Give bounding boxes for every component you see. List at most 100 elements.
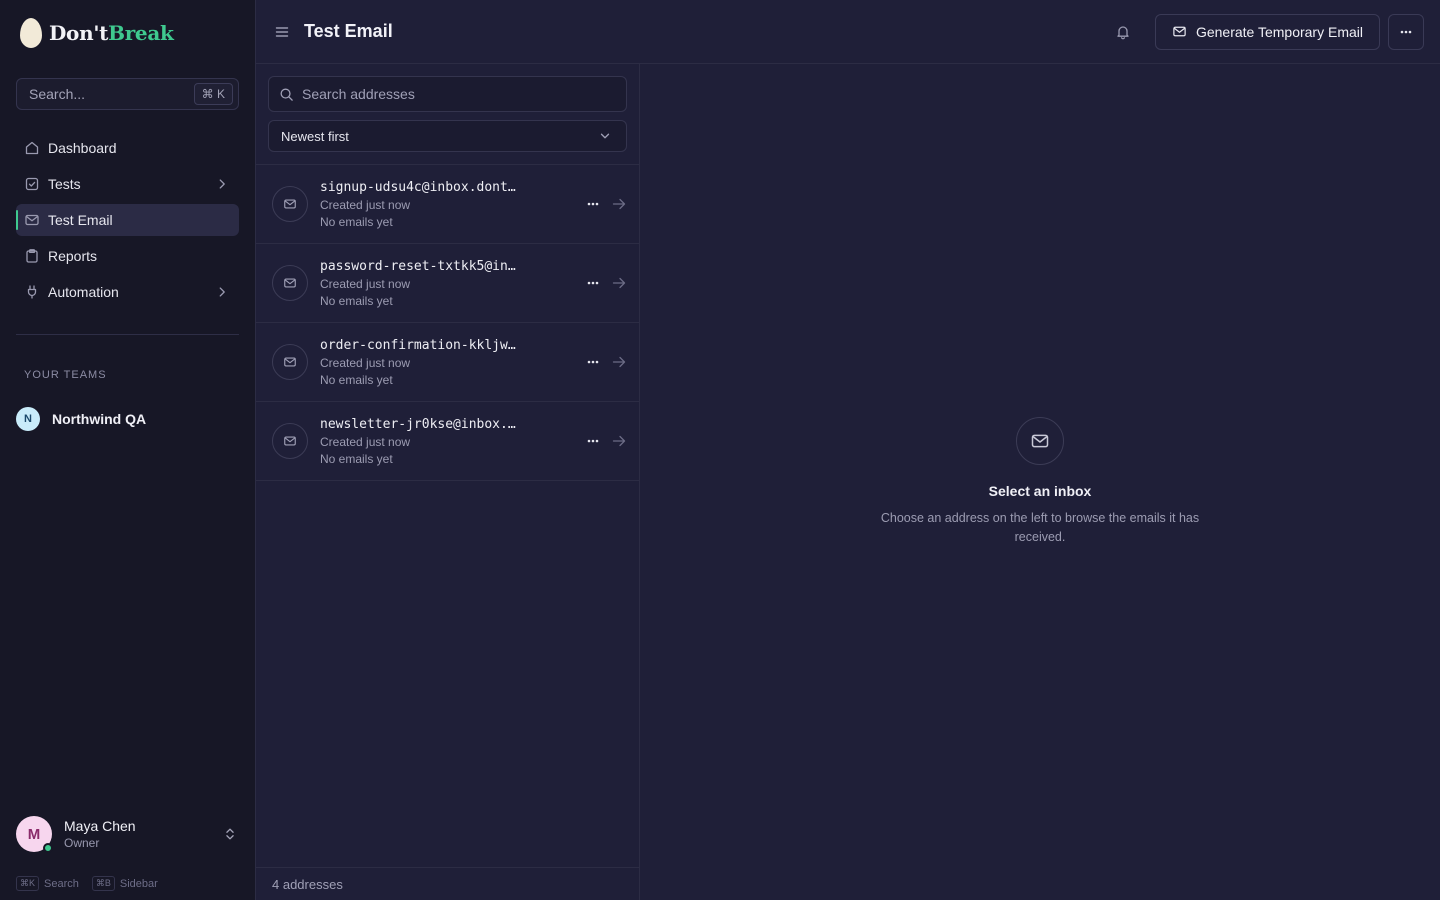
list-item[interactable]: password-reset-txtkk5@in… Created just n…	[256, 244, 639, 323]
hint-key: ⌘B	[91, 876, 115, 891]
hint-key: ⌘K	[16, 876, 40, 891]
address-rows: signup-udsu4c@inbox.dont… Created just n…	[256, 164, 639, 481]
user-name: Maya Chen	[64, 818, 136, 834]
brand-name-part1: Don't	[49, 21, 109, 45]
empty-state: Select an inbox Choose an address on the…	[640, 417, 1440, 547]
mail-icon	[284, 199, 296, 209]
empty-state-icon-circle	[1016, 417, 1064, 465]
sidebar-item-label: Dashboard	[48, 140, 117, 156]
address-count-footer: 4 addresses	[256, 867, 639, 900]
sidebar-item-test-email[interactable]: Test Email	[16, 204, 239, 236]
email-address: password-reset-txtkk5@in…	[320, 258, 516, 274]
mail-icon	[284, 436, 296, 446]
mail-icon	[25, 214, 39, 226]
generate-temporary-email-button[interactable]: Generate Temporary Email	[1154, 13, 1380, 50]
created-time: Created just now	[320, 276, 411, 291]
row-actions	[585, 433, 627, 449]
sidebar-search[interactable]: Search... ⌘ K	[16, 78, 239, 110]
created-time: Created just now	[320, 434, 411, 449]
address-list-panel: Newest first signup-udsu4c@inbox.dont… C…	[256, 64, 640, 900]
brand-name: Don'tBreak	[49, 21, 174, 45]
address-text: signup-udsu4c@inbox.dont… Created just n…	[320, 180, 542, 229]
menu-icon[interactable]	[274, 24, 290, 40]
address-search-input[interactable]	[302, 86, 616, 102]
mail-icon	[284, 357, 296, 367]
teams-section-title: YOUR TEAMS	[24, 369, 107, 381]
sidebar-item-automation[interactable]: Automation	[16, 276, 239, 308]
sidebar-divider	[16, 334, 239, 335]
sidebar-item-label: Reports	[48, 248, 98, 264]
online-status-dot	[43, 843, 53, 853]
more-horizontal-icon	[1400, 30, 1412, 33]
sidebar-item-label: Automation	[48, 284, 119, 300]
team-avatar: N	[16, 407, 40, 431]
inbox-avatar	[272, 344, 308, 380]
mail-icon	[1031, 434, 1049, 448]
chevron-down-icon	[600, 133, 610, 139]
empty-state-title: Select an inbox	[988, 483, 1092, 499]
sidebar-item-label: Test Email	[48, 212, 113, 228]
user-role: Owner	[64, 836, 100, 850]
team-item-northwind-qa[interactable]: N Northwind QA	[16, 407, 146, 431]
email-address: newsletter-jr0kse@inbox.…	[320, 416, 516, 432]
row-actions	[585, 354, 627, 370]
arrow-right-icon[interactable]	[611, 354, 627, 370]
chevron-right-icon	[219, 287, 225, 297]
row-actions	[585, 275, 627, 291]
empty-state-description: Choose an address on the left to browse …	[880, 511, 1200, 544]
hint-label: Sidebar	[119, 877, 158, 890]
search-icon	[280, 88, 293, 101]
list-item[interactable]: signup-udsu4c@inbox.dont… Created just n…	[256, 165, 639, 244]
email-address: signup-udsu4c@inbox.dont…	[320, 179, 516, 195]
email-count-status: No emails yet	[320, 293, 393, 308]
row-actions	[585, 196, 627, 212]
sidebar-item-dashboard[interactable]: Dashboard	[16, 132, 239, 164]
sidebar-item-tests[interactable]: Tests	[16, 168, 239, 200]
email-address: order-confirmation-kkljw…	[320, 337, 516, 353]
sort-select[interactable]: Newest first	[268, 120, 627, 152]
more-options-button[interactable]	[1388, 13, 1424, 50]
checkbox-icon	[25, 177, 39, 191]
address-text: password-reset-txtkk5@in… Created just n…	[320, 259, 542, 308]
clipboard-icon	[26, 249, 38, 263]
brand-logo[interactable]: Don'tBreak	[20, 18, 174, 48]
inbox-avatar	[272, 423, 308, 459]
avatar: M	[16, 816, 53, 853]
mail-icon	[284, 278, 296, 288]
address-text: order-confirmation-kkljw… Created just n…	[320, 338, 542, 387]
inbox-avatar	[272, 265, 308, 301]
list-item[interactable]: order-confirmation-kkljw… Created just n…	[256, 323, 639, 402]
chevron-right-icon	[219, 179, 225, 189]
sidebar-search-placeholder: Search...	[29, 86, 86, 102]
sidebar-item-reports[interactable]: Reports	[16, 240, 239, 272]
generate-button-label: Generate Temporary Email	[1195, 23, 1363, 40]
email-count-status: No emails yet	[320, 451, 393, 466]
home-icon	[25, 141, 39, 155]
more-horizontal-icon[interactable]	[585, 433, 601, 449]
brand-name-part2: Break	[108, 21, 174, 45]
more-horizontal-icon[interactable]	[585, 196, 601, 212]
bell-icon[interactable]	[1115, 24, 1131, 40]
chevron-up-down-icon[interactable]	[223, 827, 237, 841]
search-shortcut-badge: ⌘ K	[193, 83, 233, 105]
avatar-initial: M	[27, 825, 41, 843]
mail-icon	[1173, 26, 1186, 37]
top-header: Test Email Generate Temporary Email	[256, 0, 1440, 64]
arrow-right-icon[interactable]	[611, 433, 627, 449]
sidebar: Don'tBreak Search... ⌘ K Dashboard Tests…	[0, 0, 256, 900]
list-item[interactable]: newsletter-jr0kse@inbox.… Created just n…	[256, 402, 639, 481]
sidebar-nav: Dashboard Tests Test Email Reports Autom…	[16, 132, 239, 312]
inbox-detail-panel: Select an inbox Choose an address on the…	[640, 64, 1440, 900]
arrow-right-icon[interactable]	[611, 196, 627, 212]
more-horizontal-icon[interactable]	[585, 275, 601, 291]
created-time: Created just now	[320, 197, 411, 212]
plug-icon	[27, 285, 37, 299]
email-count-status: No emails yet	[320, 214, 393, 229]
page-title: Test Email	[304, 21, 393, 41]
arrow-right-icon[interactable]	[611, 275, 627, 291]
user-menu[interactable]: M Maya Chen Owner	[16, 816, 239, 853]
more-horizontal-icon[interactable]	[585, 354, 601, 370]
address-search[interactable]	[268, 76, 627, 112]
created-time: Created just now	[320, 355, 411, 370]
egg-logo-icon	[20, 18, 42, 48]
